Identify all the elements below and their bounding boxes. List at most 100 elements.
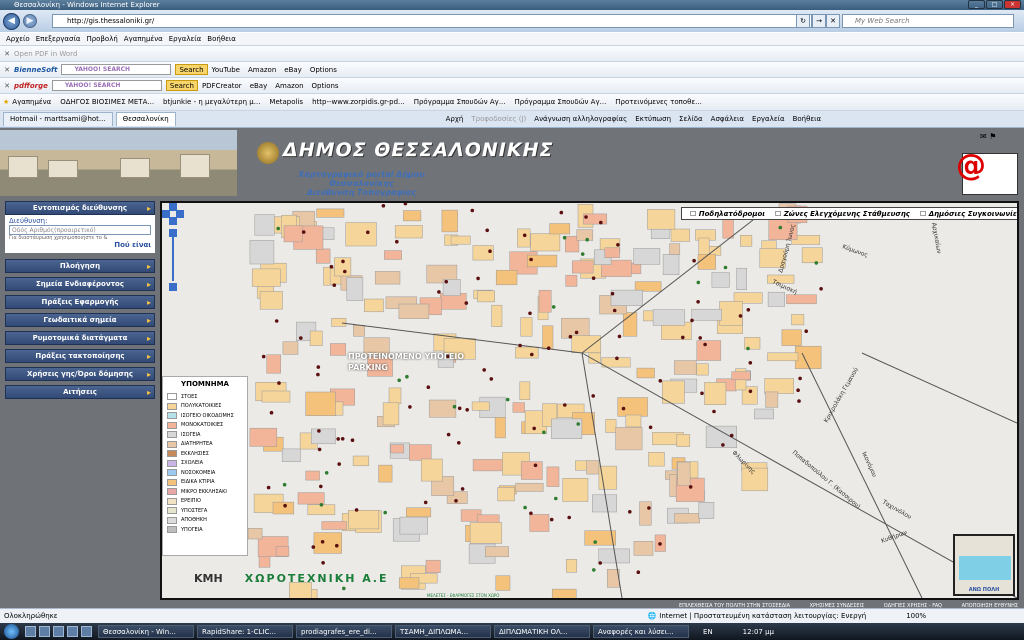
point-marker[interactable] xyxy=(283,503,287,508)
point-marker[interactable] xyxy=(796,388,800,392)
tree-marker[interactable] xyxy=(452,404,457,409)
point-marker[interactable] xyxy=(301,230,306,234)
point-marker[interactable] xyxy=(317,447,322,452)
language-indicator[interactable]: EN xyxy=(703,628,713,636)
point-marker[interactable] xyxy=(336,437,340,441)
help-menu[interactable]: Βοήθεια xyxy=(793,115,822,123)
point-marker[interactable] xyxy=(688,485,693,489)
tree-marker[interactable] xyxy=(593,540,597,544)
overview-map[interactable]: ΑΝΩ ΠΟΛΗ xyxy=(953,534,1015,596)
point-marker[interactable] xyxy=(804,329,808,333)
yahoo-search-input[interactable]: YAHOO! SEARCH xyxy=(51,80,162,91)
taskbar-button-6[interactable]: Αναφορές και λύσει... xyxy=(593,625,689,638)
point-marker[interactable] xyxy=(692,258,696,263)
point-marker[interactable] xyxy=(591,276,596,280)
tools-menu[interactable]: Εργαλεία xyxy=(752,115,785,123)
point-marker[interactable] xyxy=(533,463,538,468)
taskbar-button-4[interactable]: ΤΣΑΜΗ_ΔΙΠΛΩΜΑ... xyxy=(395,625,491,638)
home-button[interactable]: Αρχή xyxy=(446,115,464,123)
tree-marker[interactable] xyxy=(276,226,280,231)
feeds-button[interactable]: Τροφοδοσίες (J) xyxy=(471,115,526,123)
point-marker[interactable] xyxy=(696,300,700,304)
point-marker[interactable] xyxy=(269,410,274,415)
go-icon[interactable]: → xyxy=(812,14,826,28)
search-button[interactable]: Search xyxy=(175,64,208,75)
tree-marker[interactable] xyxy=(580,252,585,256)
quicklaunch-icon[interactable] xyxy=(25,626,36,637)
refresh-icon[interactable]: ↻ xyxy=(796,14,810,28)
address-input[interactable]: Οδός Αριθμός(προαιρετικό) xyxy=(9,225,151,235)
sidebar-item-land-use[interactable]: Χρήσεις γης/Όροι δόμησης xyxy=(5,367,155,381)
point-marker[interactable] xyxy=(457,441,461,445)
point-marker[interactable] xyxy=(797,399,801,403)
point-marker[interactable] xyxy=(746,308,751,312)
point-marker[interactable] xyxy=(530,352,534,357)
point-marker[interactable] xyxy=(621,406,626,411)
tree-marker[interactable] xyxy=(723,265,728,270)
point-marker[interactable] xyxy=(549,517,554,522)
pdfcreator-link[interactable]: PDFCreator xyxy=(202,82,242,90)
point-marker[interactable] xyxy=(522,233,527,238)
close-toolbar-icon[interactable]: ✕ xyxy=(0,66,14,74)
url-field[interactable]: http://gis.thessaloniki.gr/ xyxy=(52,14,812,28)
bookmark-4[interactable]: http--www.zorpidis.gr-pd... xyxy=(312,98,405,106)
point-marker[interactable] xyxy=(454,499,458,503)
maximize-button[interactable]: □ xyxy=(986,0,1003,9)
point-marker[interactable] xyxy=(320,540,325,544)
point-marker[interactable] xyxy=(489,377,494,381)
tree-marker[interactable] xyxy=(814,261,819,265)
point-marker[interactable] xyxy=(340,437,345,441)
tree-marker[interactable] xyxy=(696,280,701,285)
point-marker[interactable] xyxy=(681,335,685,340)
point-marker[interactable] xyxy=(819,287,823,291)
point-marker[interactable] xyxy=(423,500,428,505)
menu-view[interactable]: Προβολή xyxy=(86,35,117,43)
search-button[interactable]: Search xyxy=(165,80,198,91)
point-marker[interactable] xyxy=(636,570,641,574)
tree-marker[interactable] xyxy=(778,225,783,230)
back-button[interactable]: ◀ xyxy=(3,12,20,30)
point-marker[interactable] xyxy=(311,545,316,549)
point-marker[interactable] xyxy=(277,381,281,385)
taskbar-button-1[interactable]: Θεσσαλονίκη - Win... xyxy=(98,625,194,638)
point-marker[interactable] xyxy=(261,354,266,359)
youtube-link[interactable]: YouTube xyxy=(212,66,240,74)
menu-favorites[interactable]: Αγαπημένα xyxy=(124,35,163,43)
point-marker[interactable] xyxy=(574,330,579,335)
point-marker[interactable] xyxy=(470,208,475,213)
point-marker[interactable] xyxy=(350,438,355,442)
point-marker[interactable] xyxy=(464,301,469,305)
tree-marker[interactable] xyxy=(523,505,527,510)
point-marker[interactable] xyxy=(482,368,487,372)
layer-parking-zones[interactable]: ☐ Ζώνες Ελεγχόμενης Στάθμευσης xyxy=(775,210,910,218)
point-marker[interactable] xyxy=(529,257,533,262)
sidebar-item-settlement[interactable]: Πράξεις τακτοποίησης xyxy=(5,349,155,363)
safety-menu[interactable]: Ασφάλεια xyxy=(711,115,744,123)
point-marker[interactable] xyxy=(567,515,571,520)
close-toolbar-icon[interactable]: ✕ xyxy=(0,50,14,58)
point-marker[interactable] xyxy=(658,542,662,546)
point-marker[interactable] xyxy=(476,276,480,281)
quicklaunch-icon[interactable] xyxy=(67,626,78,637)
stop-icon[interactable]: ✕ xyxy=(826,14,840,28)
options-menu[interactable]: Options xyxy=(310,66,337,74)
point-marker[interactable] xyxy=(485,228,490,233)
point-marker[interactable] xyxy=(332,283,337,287)
point-marker[interactable] xyxy=(610,291,615,296)
tree-marker[interactable] xyxy=(282,482,287,487)
point-marker[interactable] xyxy=(748,361,753,365)
point-marker[interactable] xyxy=(518,343,522,348)
point-marker[interactable] xyxy=(444,279,449,284)
point-marker[interactable] xyxy=(329,264,334,269)
point-marker[interactable] xyxy=(354,508,359,512)
point-marker[interactable] xyxy=(465,408,470,412)
bookmark-1[interactable]: ΟΔΗΓΟΣ ΒΙΟΣΙΜΕΣ ΜΕΤΑ... xyxy=(60,98,154,106)
bookmark-5[interactable]: Πρόγραμμα Σπουδών Αγ... xyxy=(414,98,506,106)
sidebar-item-poi[interactable]: Σημεία Ενδιαφέροντος xyxy=(5,277,155,291)
print-button[interactable]: Εκτύπωση xyxy=(635,115,671,123)
tree-marker[interactable] xyxy=(592,568,596,572)
point-marker[interactable] xyxy=(337,462,341,466)
tree-marker[interactable] xyxy=(397,378,401,383)
point-marker[interactable] xyxy=(403,203,408,206)
menu-tools[interactable]: Εργαλεία xyxy=(169,35,202,43)
